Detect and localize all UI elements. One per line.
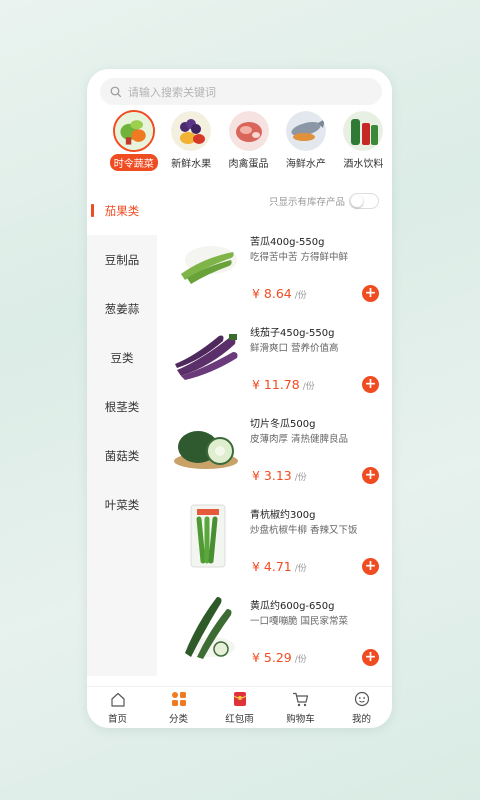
category-strip: 时令蔬菜 新鲜水果 肉禽蛋品 海鲜水产 酒水饮料 bbox=[87, 110, 392, 177]
price-value: ¥ 5.29 bbox=[252, 650, 292, 665]
product-name: 青杭椒约300g bbox=[250, 510, 316, 521]
seafood-icon bbox=[285, 111, 326, 151]
sidebar-item-label: 根茎类 bbox=[104, 399, 140, 414]
sidebar-item-tofu[interactable]: 豆制品 bbox=[87, 235, 157, 284]
product-price: ¥ 5.29/份 bbox=[252, 650, 307, 665]
tab-category[interactable]: 分类 bbox=[148, 687, 209, 728]
sidebar-item-label: 叶菜类 bbox=[104, 497, 140, 512]
category-label: 酒水饮料 bbox=[343, 159, 384, 170]
tab-label: 购物车 bbox=[286, 714, 315, 725]
winter-melon-icon bbox=[169, 408, 247, 482]
tab-label: 首页 bbox=[107, 714, 127, 725]
product-desc: 皮薄肉厚 清热健脾良品 bbox=[250, 434, 349, 445]
tab-red-envelope[interactable]: 红包雨 bbox=[209, 687, 270, 728]
price-value: ¥ 8.64 bbox=[252, 286, 292, 301]
product-desc: 吃得苦中苦 方得鲜中鲜 bbox=[250, 252, 349, 263]
category-icon bbox=[170, 691, 188, 707]
sidebar: 茄果类 豆制品 葱姜蒜 豆类 根茎类 菌菇类 叶菜类 bbox=[87, 186, 157, 676]
category-vegetables[interactable]: 时令蔬菜 bbox=[105, 110, 162, 177]
product-name: 线茄子450g-550g bbox=[250, 328, 335, 339]
add-to-cart-button[interactable]: + bbox=[362, 467, 379, 484]
bottom-tab-bar: 首页 分类 红包雨 购物车 我的 bbox=[87, 686, 392, 728]
tab-cart[interactable]: 购物车 bbox=[270, 687, 331, 728]
sidebar-item-solanaceous[interactable]: 茄果类 bbox=[87, 186, 157, 235]
product-price: ¥ 3.13/份 bbox=[252, 468, 307, 483]
category-seafood[interactable]: 海鲜水产 bbox=[277, 111, 334, 177]
category-label: 新鲜水果 bbox=[171, 159, 212, 170]
sidebar-item-label: 豆制品 bbox=[104, 252, 140, 267]
cart-icon bbox=[292, 691, 310, 707]
drinks-icon bbox=[343, 111, 384, 151]
product-item[interactable]: 切片冬瓜500g 皮薄肉厚 清热健脾良品 ¥ 3.13/份 + bbox=[167, 406, 387, 497]
product-price: ¥ 4.71/份 bbox=[252, 559, 307, 574]
product-list: 苦瓜400g-550g 吃得苦中苦 方得鲜中鲜 ¥ 8.64/份 + 线茄子45… bbox=[167, 224, 387, 679]
product-item[interactable]: 黄瓜约600g-650g 一口嘎嘣脆 国民家常菜 ¥ 5.29/份 + bbox=[167, 588, 387, 679]
app-screen: 请输入搜索关键词 时令蔬菜 新鲜水果 肉禽蛋品 海鲜水产 酒水饮料 茄果类 豆制… bbox=[87, 69, 392, 728]
tab-label: 红包雨 bbox=[225, 714, 254, 725]
add-to-cart-button[interactable]: + bbox=[362, 285, 379, 302]
add-to-cart-button[interactable]: + bbox=[362, 649, 379, 666]
sidebar-item-aromatics[interactable]: 葱姜蒜 bbox=[87, 284, 157, 333]
cucumber-icon bbox=[169, 590, 247, 664]
price-unit: /份 bbox=[302, 382, 315, 392]
stock-filter: 只显示有库存产品 bbox=[167, 193, 379, 209]
green-pepper-icon bbox=[169, 499, 247, 573]
meat-icon bbox=[228, 111, 269, 151]
sidebar-item-beans[interactable]: 豆类 bbox=[87, 333, 157, 382]
product-name: 苦瓜400g-550g bbox=[250, 237, 325, 248]
tab-label: 我的 bbox=[351, 714, 371, 725]
product-name: 切片冬瓜500g bbox=[250, 419, 316, 430]
price-unit: /份 bbox=[294, 655, 307, 665]
product-item[interactable]: 青杭椒约300g 炒盘杭椒牛柳 香辣又下饭 ¥ 4.71/份 + bbox=[167, 497, 387, 588]
product-item[interactable]: 苦瓜400g-550g 吃得苦中苦 方得鲜中鲜 ¥ 8.64/份 + bbox=[167, 224, 387, 315]
product-desc: 一口嘎嘣脆 国民家常菜 bbox=[250, 616, 349, 627]
profile-icon bbox=[353, 691, 371, 707]
category-label: 时令蔬菜 bbox=[109, 154, 158, 171]
product-price: ¥ 8.64/份 bbox=[252, 286, 307, 301]
price-value: ¥ 11.78 bbox=[252, 377, 300, 392]
price-value: ¥ 3.13 bbox=[252, 468, 292, 483]
sidebar-item-mushrooms[interactable]: 菌菇类 bbox=[87, 431, 157, 480]
vegetables-icon bbox=[112, 110, 155, 152]
fruits-icon bbox=[171, 111, 212, 151]
search-icon bbox=[110, 85, 124, 99]
red-envelope-icon bbox=[231, 691, 249, 707]
price-unit: /份 bbox=[294, 291, 307, 301]
tab-label: 分类 bbox=[168, 714, 188, 725]
category-fruits[interactable]: 新鲜水果 bbox=[162, 111, 219, 177]
category-label: 海鲜水产 bbox=[285, 159, 326, 170]
category-label: 肉禽蛋品 bbox=[228, 159, 269, 170]
product-item[interactable]: 线茄子450g-550g 鲜滑爽口 营养价值高 ¥ 11.78/份 + bbox=[167, 315, 387, 406]
price-value: ¥ 4.71 bbox=[252, 559, 292, 574]
price-unit: /份 bbox=[294, 564, 307, 574]
add-to-cart-button[interactable]: + bbox=[362, 376, 379, 393]
toggle-knob bbox=[351, 195, 363, 207]
bitter-melon-icon bbox=[169, 226, 247, 300]
sidebar-item-label: 葱姜蒜 bbox=[104, 301, 140, 316]
tab-profile[interactable]: 我的 bbox=[331, 687, 392, 728]
product-desc: 鲜滑爽口 营养价值高 bbox=[250, 343, 339, 354]
stock-toggle[interactable] bbox=[349, 193, 379, 209]
category-meat[interactable]: 肉禽蛋品 bbox=[220, 111, 277, 177]
add-to-cart-button[interactable]: + bbox=[362, 558, 379, 575]
product-desc: 炒盘杭椒牛柳 香辣又下饭 bbox=[250, 525, 358, 536]
sidebar-item-label: 菌菇类 bbox=[104, 448, 140, 463]
tab-home[interactable]: 首页 bbox=[87, 687, 148, 728]
sidebar-item-leafy[interactable]: 叶菜类 bbox=[87, 480, 157, 529]
product-price: ¥ 11.78/份 bbox=[252, 377, 315, 392]
price-unit: /份 bbox=[294, 473, 307, 483]
search-bar[interactable]: 请输入搜索关键词 bbox=[100, 78, 382, 105]
category-drinks[interactable]: 酒水饮料 bbox=[335, 111, 392, 177]
eggplant-icon bbox=[169, 317, 247, 391]
home-icon bbox=[109, 691, 127, 707]
stock-filter-label: 只显示有库存产品 bbox=[268, 197, 345, 208]
sidebar-item-label: 茄果类 bbox=[104, 203, 140, 218]
sidebar-item-roots[interactable]: 根茎类 bbox=[87, 382, 157, 431]
product-name: 黄瓜约600g-650g bbox=[250, 601, 335, 612]
sidebar-item-label: 豆类 bbox=[110, 350, 134, 365]
search-placeholder: 请输入搜索关键词 bbox=[128, 85, 216, 99]
